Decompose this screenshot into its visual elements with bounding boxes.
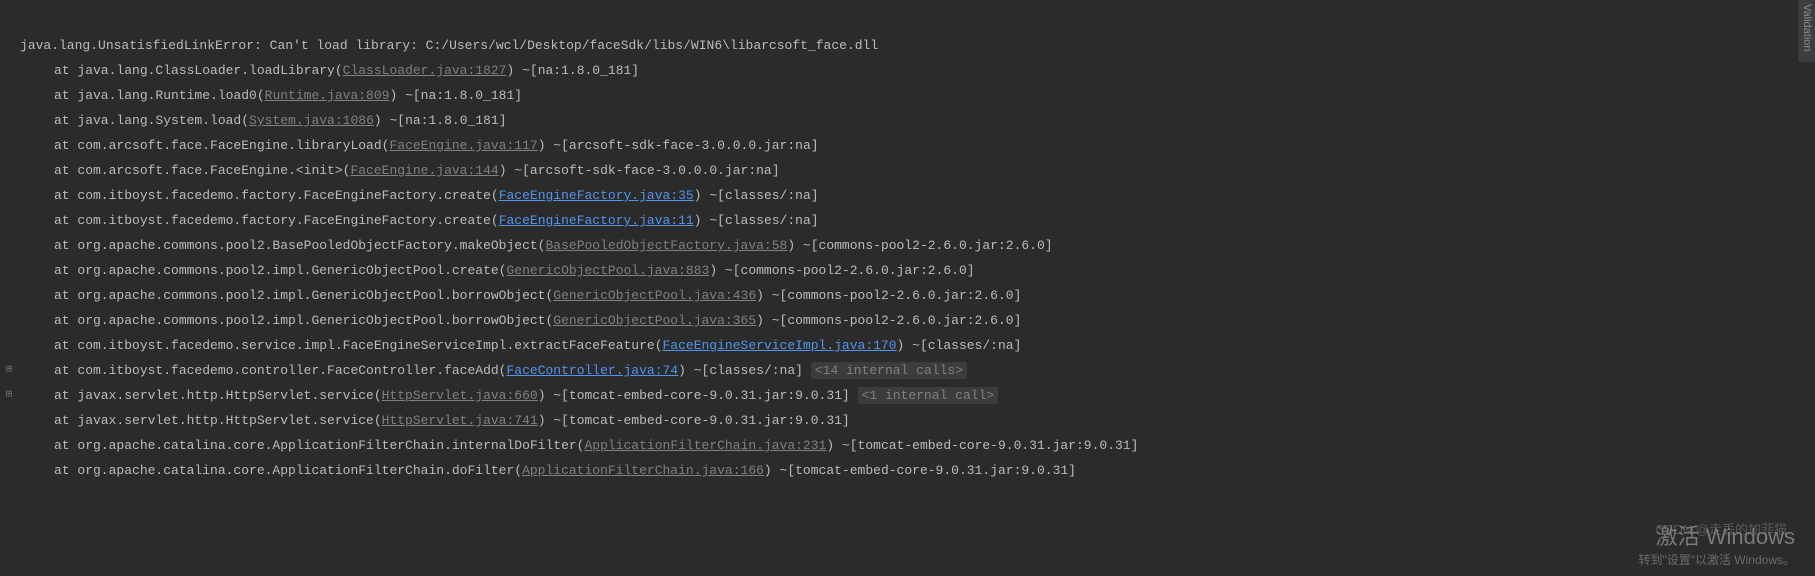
fold-toggle-icon[interactable]: ⊞ — [0, 383, 18, 408]
frame-method-text: at com.itboyst.facedemo.service.impl.Fac… — [54, 338, 663, 353]
frame-method-text: at java.lang.ClassLoader.loadLibrary( — [54, 63, 343, 78]
source-link[interactable]: FaceEngineFactory.java:11 — [499, 213, 694, 228]
frame-method-text: at org.apache.commons.pool2.BasePooledOb… — [54, 238, 545, 253]
frame-method-text: at com.itboyst.facedemo.factory.FaceEngi… — [54, 213, 499, 228]
frame-jar-info: ) ~[commons-pool2-2.6.0.jar:2.6.0] — [709, 263, 974, 278]
frame-method-text: at com.itboyst.facedemo.factory.FaceEngi… — [54, 188, 499, 203]
frame-method-text: at org.apache.commons.pool2.impl.Generic… — [54, 263, 506, 278]
frame-jar-info: ) ~[classes/:na] — [678, 363, 803, 378]
csdn-watermark: CSDN @走丢的加菲猫 — [1655, 519, 1787, 538]
frame-jar-info: ) ~[commons-pool2-2.6.0.jar:2.6.0] — [787, 238, 1052, 253]
source-link[interactable]: Runtime.java:809 — [265, 88, 390, 103]
windows-activation-watermark: 激活 Windows 转到"设置"以激活 Windows。 — [1638, 519, 1795, 568]
stack-frame: at org.apache.catalina.core.ApplicationF… — [20, 458, 1815, 483]
source-link[interactable]: GenericObjectPool.java:436 — [553, 288, 756, 303]
frame-jar-info: ) ~[arcsoft-sdk-face-3.0.0.0.jar:na] — [538, 138, 819, 153]
frame-jar-info: ) ~[tomcat-embed-core-9.0.31.jar:9.0.31] — [764, 463, 1076, 478]
frame-method-text: at javax.servlet.http.HttpServlet.servic… — [54, 388, 382, 403]
source-link[interactable]: FaceEngineFactory.java:35 — [499, 188, 694, 203]
frame-method-text: at javax.servlet.http.HttpServlet.servic… — [54, 413, 382, 428]
frame-method-text: at org.apache.commons.pool2.impl.Generic… — [54, 288, 553, 303]
stack-frame: at org.apache.commons.pool2.impl.Generic… — [20, 283, 1815, 308]
stack-frame: at java.lang.Runtime.load0(Runtime.java:… — [20, 83, 1815, 108]
source-link[interactable]: FaceEngine.java:144 — [350, 163, 498, 178]
source-link[interactable]: System.java:1086 — [249, 113, 374, 128]
source-link[interactable]: FaceEngine.java:117 — [389, 138, 537, 153]
blank-line — [20, 8, 1815, 33]
frame-method-text: at com.arcsoft.face.FaceEngine.libraryLo… — [54, 138, 389, 153]
frame-method-text: at java.lang.System.load( — [54, 113, 249, 128]
error-header-line: java.lang.UnsatisfiedLinkError: Can't lo… — [20, 33, 1815, 58]
source-link[interactable]: HttpServlet.java:660 — [382, 388, 538, 403]
windows-activation-subtitle: 转到"设置"以激活 Windows。 — [1638, 551, 1795, 568]
folded-calls-badge[interactable]: <14 internal calls> — [811, 362, 967, 379]
frame-method-text: at org.apache.catalina.core.ApplicationF… — [54, 438, 585, 453]
fold-toggle-icon[interactable]: ⊞ — [0, 358, 18, 383]
stack-frame: at org.apache.commons.pool2.BasePooledOb… — [20, 233, 1815, 258]
stack-frame: at javax.servlet.http.HttpServlet.servic… — [20, 408, 1815, 433]
folded-calls-badge[interactable]: <1 internal call> — [858, 387, 999, 404]
windows-activation-title: 激活 Windows — [1638, 519, 1795, 551]
console-output: java.lang.UnsatisfiedLinkError: Can't lo… — [0, 0, 1815, 483]
stack-frame: at com.itboyst.facedemo.controller.FaceC… — [20, 358, 1815, 383]
frame-method-text: at java.lang.Runtime.load0( — [54, 88, 265, 103]
source-link[interactable]: FaceEngineServiceImpl.java:170 — [663, 338, 897, 353]
stack-frame: at javax.servlet.http.HttpServlet.servic… — [20, 383, 1815, 408]
frame-jar-info: ) ~[commons-pool2-2.6.0.jar:2.6.0] — [756, 313, 1021, 328]
frame-jar-info: ) ~[na:1.8.0_181] — [506, 63, 639, 78]
source-link[interactable]: BasePooledObjectFactory.java:58 — [545, 238, 787, 253]
source-link[interactable]: GenericObjectPool.java:365 — [553, 313, 756, 328]
stack-frame: at com.itboyst.facedemo.factory.FaceEngi… — [20, 183, 1815, 208]
stack-frame: at com.arcsoft.face.FaceEngine.libraryLo… — [20, 133, 1815, 158]
frame-jar-info: ) ~[tomcat-embed-core-9.0.31.jar:9.0.31] — [826, 438, 1138, 453]
frame-method-text: at org.apache.catalina.core.ApplicationF… — [54, 463, 522, 478]
source-link[interactable]: GenericObjectPool.java:883 — [506, 263, 709, 278]
stack-frame: at com.arcsoft.face.FaceEngine.<init>(Fa… — [20, 158, 1815, 183]
source-link[interactable]: FaceController.java:74 — [506, 363, 678, 378]
frame-jar-info: ) ~[arcsoft-sdk-face-3.0.0.0.jar:na] — [499, 163, 780, 178]
frame-jar-info: ) ~[classes/:na] — [694, 188, 819, 203]
stack-frame: at org.apache.commons.pool2.impl.Generic… — [20, 308, 1815, 333]
stack-frame: at com.itboyst.facedemo.service.impl.Fac… — [20, 333, 1815, 358]
source-link[interactable]: HttpServlet.java:741 — [382, 413, 538, 428]
frame-method-text: at org.apache.commons.pool2.impl.Generic… — [54, 313, 553, 328]
source-link[interactable]: ApplicationFilterChain.java:231 — [585, 438, 827, 453]
frame-method-text: at com.arcsoft.face.FaceEngine.<init>( — [54, 163, 350, 178]
frame-jar-info: ) ~[tomcat-embed-core-9.0.31.jar:9.0.31] — [538, 413, 850, 428]
frame-jar-info: ) ~[classes/:na] — [694, 213, 819, 228]
frame-jar-info: ) ~[na:1.8.0_181] — [389, 88, 522, 103]
stack-frame: at com.itboyst.facedemo.factory.FaceEngi… — [20, 208, 1815, 233]
frame-jar-info: ) ~[tomcat-embed-core-9.0.31.jar:9.0.31] — [538, 388, 850, 403]
stack-frame: at org.apache.catalina.core.ApplicationF… — [20, 433, 1815, 458]
frame-jar-info: ) ~[commons-pool2-2.6.0.jar:2.6.0] — [756, 288, 1021, 303]
frame-jar-info: ) ~[classes/:na] — [897, 338, 1022, 353]
stack-frame: at java.lang.System.load(System.java:108… — [20, 108, 1815, 133]
frame-jar-info: ) ~[na:1.8.0_181] — [374, 113, 507, 128]
stack-frame: at org.apache.commons.pool2.impl.Generic… — [20, 258, 1815, 283]
stack-frame: at java.lang.ClassLoader.loadLibrary(Cla… — [20, 58, 1815, 83]
source-link[interactable]: ApplicationFilterChain.java:166 — [522, 463, 764, 478]
source-link[interactable]: ClassLoader.java:1827 — [343, 63, 507, 78]
frame-method-text: at com.itboyst.facedemo.controller.FaceC… — [54, 363, 506, 378]
